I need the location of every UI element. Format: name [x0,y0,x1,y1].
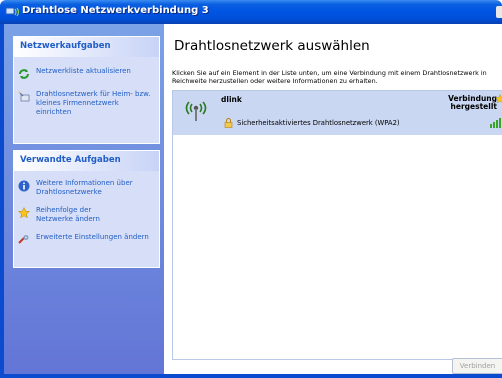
info-icon [18,180,30,192]
change-network-order-link[interactable]: Reihenfolge der Netzwerke ändern [14,206,159,224]
network-tasks-panel: Netzwerkaufgaben Netzwerkliste aktualisi… [13,36,160,144]
window-frame-bottom [0,374,502,378]
page-title: Drahtlosnetzwerk auswählen [174,38,370,54]
wireless-network-list[interactable]: dlink Verbindung hergestellt Sicherheits… [172,90,502,360]
refresh-network-list-link[interactable]: Netzwerkliste aktualisieren [14,67,159,79]
wireless-info-label: Weitere Informationen über Drahtlosnetzw… [36,179,133,196]
refresh-network-list-label: Netzwerkliste aktualisieren [36,67,131,75]
task-sidebar: Netzwerkaufgaben Netzwerkliste aktualisi… [4,24,164,374]
title-bar-button-edge[interactable] [496,6,502,18]
settings-icon [18,235,29,244]
setup-wireless-network-link[interactable]: Drahtlosnetzwerk für Heim- bzw. kleines … [14,90,159,117]
security-lock-icon [224,118,233,128]
connection-status-line2: hergestellt [450,102,497,111]
wireless-info-link[interactable]: Weitere Informationen über Drahtlosnetzw… [14,179,159,197]
advanced-settings-link[interactable]: Erweiterte Einstellungen ändern [14,233,159,244]
preferred-network-star-icon [495,94,502,104]
network-tasks-header[interactable]: Netzwerkaufgaben [14,37,159,57]
connect-button[interactable]: Verbinden [452,358,502,374]
network-connection-icon [5,7,19,17]
wireless-antenna-icon [185,101,207,121]
connection-status: Verbindung hergestellt [448,95,497,111]
refresh-icon [19,69,29,79]
wizard-icon [18,91,30,102]
network-ssid: dlink [221,95,242,104]
signal-strength-icon [490,118,501,128]
network-list-item[interactable]: dlink Verbindung hergestellt Sicherheits… [173,91,502,135]
security-type: Sicherheitsaktiviertes Drahtlosnetzwerk … [237,119,400,127]
window-title: Drahtlose Netzwerkverbindung 3 [22,5,209,16]
related-tasks-header[interactable]: Verwandte Aufgaben [14,151,159,171]
main-content: Drahtlosnetzwerk auswählen Klicken Sie a… [164,24,502,374]
setup-wireless-network-label: Drahtlosnetzwerk für Heim- bzw. kleines … [36,90,151,116]
star-icon [18,207,30,219]
instructions-text: Klicken Sie auf ein Element in der Liste… [172,69,487,85]
change-network-order-label: Reihenfolge der Netzwerke ändern [36,206,100,223]
advanced-settings-label: Erweiterte Einstellungen ändern [36,233,149,241]
title-bar[interactable]: Drahtlose Netzwerkverbindung 3 [0,0,502,24]
related-tasks-panel: Verwandte Aufgaben Weitere Informationen… [13,150,160,268]
